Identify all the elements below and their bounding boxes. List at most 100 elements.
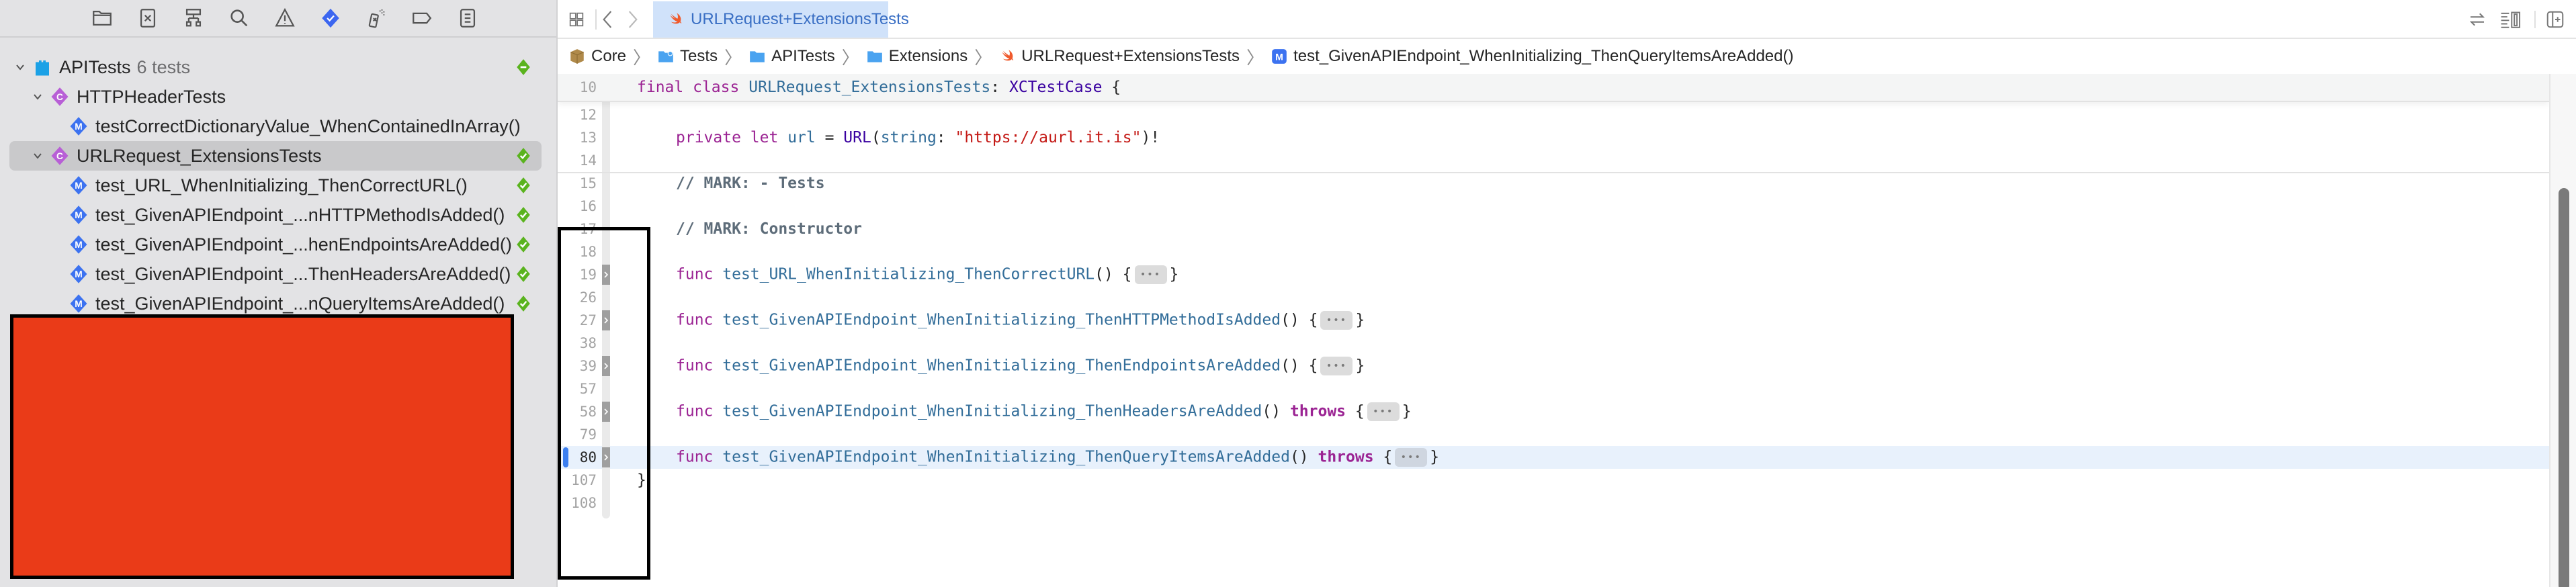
breadcrumb-item-tests[interactable]: Tests	[657, 47, 718, 66]
forward-button[interactable]	[628, 8, 638, 31]
chevron-down-icon[interactable]	[13, 60, 27, 74]
chevron-right-icon: 〉	[841, 47, 859, 68]
passed-status-icon[interactable]	[515, 295, 532, 312]
breadcrumb-item-core[interactable]: Core	[568, 47, 626, 66]
passed-status-icon[interactable]	[515, 265, 532, 283]
folded-code-ellipsis[interactable]: •••	[1320, 311, 1353, 330]
tree-row-test-method[interactable]: M testCorrectDictionaryValue_WhenContain…	[0, 111, 556, 141]
code-line[interactable]: 108	[558, 492, 2549, 514]
tree-row-httpheadertests[interactable]: C HTTPHeaderTests	[0, 82, 556, 111]
test-navigator-button[interactable]	[317, 5, 344, 32]
folded-code-ellipsis[interactable]: •••	[1395, 448, 1428, 467]
chevron-down-icon[interactable]	[31, 149, 44, 163]
line-number[interactable]: 57	[558, 381, 599, 397]
code-line[interactable]: 13 private let url = URL(string: "https:/…	[558, 126, 2549, 149]
class-icon: C	[50, 87, 70, 107]
tree-row-label: HTTPHeaderTests	[77, 86, 226, 107]
tree-row-apitests[interactable]: APITests 6 tests	[0, 52, 556, 82]
warning-icon	[275, 7, 295, 27]
code-line[interactable]: 57	[558, 377, 2549, 400]
source-control-navigator-button[interactable]	[134, 5, 161, 32]
tree-row-label: URLRequest_ExtensionsTests	[77, 145, 322, 166]
code-token: func	[676, 311, 714, 329]
mark-separator-line	[558, 172, 2549, 173]
mixed-status-icon[interactable]	[515, 58, 532, 76]
related-items-button[interactable]	[567, 8, 586, 31]
line-number[interactable]: 58	[558, 404, 599, 420]
passed-status-icon[interactable]	[515, 147, 532, 165]
issue-navigator-button[interactable]	[271, 5, 298, 32]
scrollbar-thumb[interactable]	[2559, 188, 2569, 587]
tree-row-test-method[interactable]: M test_URL_WhenInitializing_ThenCorrectU…	[0, 171, 556, 200]
fold-chevron-icon[interactable]	[602, 356, 610, 376]
breadcrumb-item-file[interactable]: URLRequest+ExtensionsTests	[998, 47, 1240, 66]
line-number[interactable]: 39	[558, 358, 599, 374]
code-line[interactable]: 58 func test_GivenAPIEndpoint_WhenInitial…	[558, 400, 2549, 423]
breakpoint-navigator-button[interactable]	[409, 5, 435, 32]
tree-row-urlrequest-extensionstests[interactable]: C URLRequest_ExtensionsTests	[0, 141, 556, 171]
line-number[interactable]: 26	[558, 289, 599, 306]
code-line[interactable]: 107}	[558, 469, 2549, 492]
line-number[interactable]: 13	[558, 130, 599, 146]
fold-chevron-icon[interactable]	[602, 310, 610, 330]
tree-row-label: test_GivenAPIEndpoint_...nHTTPMethodIsAd…	[95, 204, 505, 225]
line-number[interactable]: 14	[558, 152, 599, 169]
line-number[interactable]: 12	[558, 107, 599, 123]
code-line[interactable]: 12	[558, 103, 2549, 126]
chevron-down-icon[interactable]	[31, 90, 44, 103]
code-line[interactable]: 19 func test_URL_WhenInitializing_ThenCor…	[558, 263, 2549, 286]
project-navigator-button[interactable]	[89, 5, 116, 32]
line-number[interactable]: 107	[558, 472, 599, 488]
code-line[interactable]: 26	[558, 286, 2549, 309]
code-line-current[interactable]: 80 func test_GivenAPIEndpoint_WhenInitial…	[558, 446, 2549, 469]
code-line[interactable]: 39 func test_GivenAPIEndpoint_WhenInitial…	[558, 355, 2549, 377]
find-navigator-button[interactable]	[226, 5, 253, 32]
folded-code-ellipsis[interactable]: •••	[1320, 357, 1353, 375]
breadcrumb-item-apitests[interactable]: APITests	[748, 47, 835, 66]
back-button[interactable]	[602, 8, 613, 31]
fold-chevron-icon[interactable]	[602, 402, 610, 422]
passed-status-icon[interactable]	[515, 236, 532, 253]
code-token: test_GivenAPIEndpoint_WhenInitializing_T…	[722, 311, 1281, 329]
debug-navigator-button[interactable]	[363, 5, 390, 32]
folded-code-ellipsis[interactable]: •••	[1134, 265, 1167, 284]
add-editor-button[interactable]	[2545, 8, 2565, 31]
line-number[interactable]: 38	[558, 335, 599, 351]
toolbar-divider	[595, 9, 597, 30]
line-number[interactable]: 108	[558, 495, 599, 511]
folded-code-ellipsis[interactable]: •••	[1367, 402, 1400, 421]
fold-chevron-icon[interactable]	[602, 447, 610, 467]
line-number[interactable]: 17	[558, 221, 599, 237]
breadcrumb-item-extensions[interactable]: Extensions	[866, 47, 968, 66]
tree-row-test-method[interactable]: M test_GivenAPIEndpoint_...ThenHeadersAr…	[0, 259, 556, 289]
line-number[interactable]: 27	[558, 312, 599, 328]
passed-status-icon[interactable]	[515, 206, 532, 224]
code-area[interactable]: 10 final class URLRequest_ExtensionsTest…	[558, 74, 2549, 587]
fold-chevron-icon[interactable]	[602, 265, 610, 285]
line-number[interactable]: 18	[558, 244, 599, 260]
code-line[interactable]: 27 func test_GivenAPIEndpoint_WhenInitial…	[558, 309, 2549, 332]
jump-bar-breadcrumb: Core 〉 Tests 〉 APITests 〉 Extensions 〉 U…	[558, 39, 2576, 74]
line-number[interactable]: 15	[558, 175, 599, 191]
change-indicator[interactable]	[563, 447, 568, 467]
symbol-navigator-button[interactable]	[180, 5, 207, 32]
code-line[interactable]: 38	[558, 332, 2549, 355]
line-number[interactable]: 19	[558, 267, 599, 283]
tab-urlrequest-extensionstests[interactable]: URLRequest+ExtensionsTests	[653, 1, 909, 38]
line-number[interactable]: 79	[558, 426, 599, 443]
code-line[interactable]: 15 // MARK: - Tests	[558, 172, 2549, 195]
code-line[interactable]: 18	[558, 240, 2549, 263]
tree-row-test-method[interactable]: M test_GivenAPIEndpoint_...henEndpointsA…	[0, 230, 556, 259]
vertical-scrollbar[interactable]	[2549, 74, 2576, 587]
breadcrumb-item-method[interactable]: M test_GivenAPIEndpoint_WhenInitializing…	[1271, 47, 1793, 66]
report-navigator-button[interactable]	[454, 5, 481, 32]
code-line[interactable]: 14	[558, 149, 2549, 172]
code-line[interactable]: 16	[558, 195, 2549, 218]
editor-options-button[interactable]	[2499, 8, 2522, 31]
code-line[interactable]: 79	[558, 423, 2549, 446]
code-line[interactable]: 17 // MARK: Constructor	[558, 218, 2549, 240]
tree-row-test-method[interactable]: M test_GivenAPIEndpoint_...nHTTPMethodIs…	[0, 200, 556, 230]
swap-button[interactable]	[2467, 8, 2487, 31]
line-number[interactable]: 16	[558, 198, 599, 214]
passed-status-icon[interactable]	[515, 177, 532, 194]
